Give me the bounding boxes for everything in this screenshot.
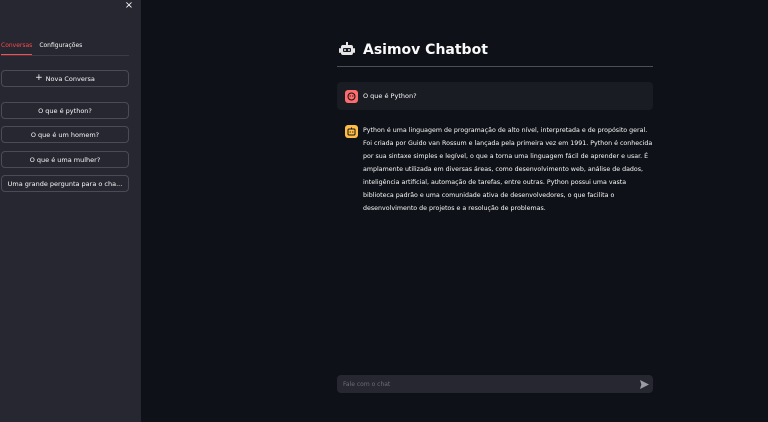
page-header: Asimov Chatbot — [339, 42, 488, 58]
user-face-icon — [345, 89, 358, 103]
chat-input[interactable] — [337, 375, 653, 393]
bot-message-text: Python é uma linguagem de programação de… — [363, 127, 653, 212]
new-chat-label: Nova Conversa — [45, 74, 95, 83]
close-icon: × — [124, 0, 134, 11]
close-sidebar-button[interactable]: × — [123, 0, 135, 12]
robot-icon — [339, 42, 355, 55]
send-icon — [639, 379, 649, 389]
plus-icon: + — [35, 73, 43, 83]
user-message: O que é Python? — [337, 82, 653, 110]
conversation-item[interactable]: Uma grande pergunta para o cha... — [1, 175, 129, 192]
new-chat-button[interactable]: + Nova Conversa — [1, 70, 129, 87]
conversation-item[interactable]: O que é um homem? — [1, 126, 129, 143]
tab-configuracoes[interactable]: Configurações — [39, 41, 82, 55]
title-divider — [337, 66, 653, 67]
bot-face-icon — [345, 125, 358, 138]
conversation-item[interactable]: O que é uma mulher? — [1, 151, 129, 168]
send-button[interactable] — [638, 377, 650, 391]
sidebar: × Conversas Configurações + Nova Convers… — [0, 0, 141, 422]
page-title: Asimov Chatbot — [363, 42, 488, 58]
tab-conversas[interactable]: Conversas — [1, 41, 33, 55]
conversation-item[interactable]: O que é python? — [1, 102, 129, 119]
user-message-text: O que é Python? — [363, 92, 417, 100]
sidebar-tabs: Conversas Configurações — [1, 41, 129, 56]
